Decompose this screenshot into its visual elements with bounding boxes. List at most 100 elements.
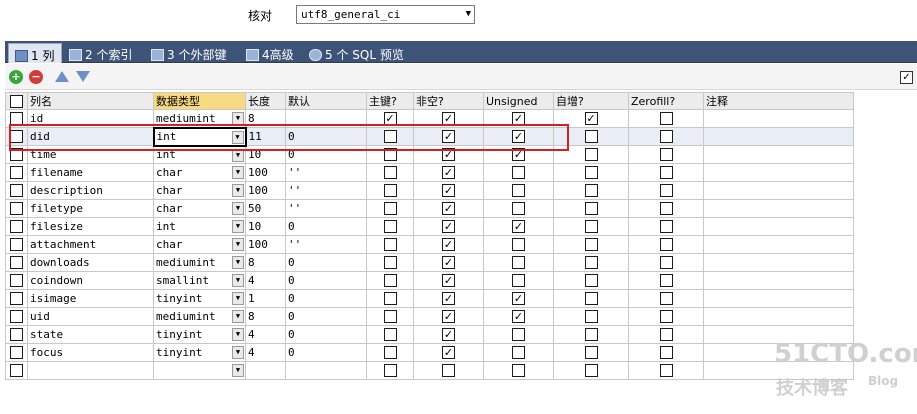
row-select[interactable] [5, 127, 28, 146]
data-type-cell[interactable]: tinyint ▼ [153, 289, 246, 308]
row-select[interactable] [5, 145, 28, 164]
not-null-checkbox[interactable]: ✓ [442, 310, 455, 324]
unsigned-checkbox[interactable]: ✓ [512, 310, 525, 324]
row-select-checkbox[interactable] [10, 274, 23, 288]
zerofill-checkbox[interactable] [659, 328, 673, 342]
table-row[interactable]: time int ▼ 10 0 ✓ ✓ [5, 145, 854, 164]
primary-key-cell[interactable] [366, 253, 414, 272]
length-cell[interactable]: 100 [245, 163, 286, 182]
column-name-cell[interactable]: did [27, 127, 154, 146]
primary-key-cell[interactable]: ✓ [366, 109, 414, 128]
table-row[interactable]: ▼ [5, 361, 854, 380]
row-select-checkbox[interactable] [10, 310, 23, 324]
default-cell[interactable]: 0 [285, 271, 367, 290]
header-comment[interactable]: 注释 [703, 92, 854, 110]
not-null-checkbox[interactable]: ✓ [442, 328, 455, 342]
unsigned-cell[interactable]: ✓ [483, 289, 554, 308]
not-null-checkbox[interactable]: ✓ [442, 292, 455, 306]
comment-cell[interactable] [703, 253, 854, 272]
unsigned-cell[interactable] [483, 271, 554, 290]
unsigned-cell[interactable]: ✓ [483, 307, 554, 326]
not-null-checkbox[interactable]: ✓ [442, 148, 455, 162]
primary-key-checkbox[interactable] [383, 274, 397, 288]
primary-key-checkbox[interactable] [383, 238, 397, 252]
length-cell[interactable]: 4 [245, 325, 286, 344]
not-null-checkbox[interactable]: ✓ [442, 346, 455, 360]
default-cell[interactable] [285, 361, 367, 380]
not-null-checkbox[interactable]: ✓ [442, 220, 455, 234]
default-cell[interactable] [285, 109, 367, 128]
not-null-checkbox[interactable]: ✓ [442, 202, 455, 216]
zerofill-cell[interactable] [628, 109, 704, 128]
row-select-checkbox[interactable] [10, 238, 23, 252]
column-name-cell[interactable]: filetype [27, 199, 154, 218]
data-type-cell[interactable]: ▼ [153, 361, 246, 380]
auto-increment-cell[interactable] [553, 235, 629, 254]
default-cell[interactable]: '' [285, 163, 367, 182]
unsigned-checkbox[interactable] [512, 166, 525, 180]
tab-advanced[interactable]: 4高级 [240, 43, 300, 63]
comment-cell[interactable] [703, 217, 854, 236]
not-null-cell[interactable]: ✓ [413, 253, 484, 272]
chevron-down-icon[interactable]: ▼ [232, 292, 244, 305]
row-select[interactable] [5, 109, 28, 128]
unsigned-checkbox[interactable]: ✓ [512, 220, 525, 234]
comment-cell[interactable] [703, 163, 854, 182]
primary-key-cell[interactable] [366, 361, 414, 380]
auto-increment-cell[interactable] [553, 253, 629, 272]
table-row[interactable]: state tinyint ▼ 4 0 ✓ [5, 325, 854, 344]
row-select[interactable] [5, 325, 28, 344]
move-up-icon[interactable] [55, 71, 69, 82]
primary-key-checkbox[interactable] [383, 148, 397, 162]
not-null-cell[interactable]: ✓ [413, 145, 484, 164]
column-name-cell[interactable]: filename [27, 163, 154, 182]
zerofill-cell[interactable] [628, 343, 704, 362]
header-primary-key[interactable]: 主键? [366, 92, 414, 110]
toolbar-checkbox[interactable]: ✓ [900, 71, 913, 84]
zerofill-cell[interactable] [628, 127, 704, 146]
auto-increment-cell[interactable] [553, 325, 629, 344]
not-null-cell[interactable]: ✓ [413, 109, 484, 128]
header-unsigned[interactable]: Unsigned [483, 92, 554, 110]
comment-cell[interactable] [703, 145, 854, 164]
table-row[interactable]: filename char ▼ 100 '' ✓ [5, 163, 854, 182]
not-null-cell[interactable] [413, 361, 484, 380]
zerofill-cell[interactable] [628, 235, 704, 254]
chevron-down-icon[interactable]: ▼ [232, 148, 244, 162]
column-name-cell[interactable] [27, 361, 154, 380]
header-zerofill[interactable]: Zerofill? [628, 92, 704, 110]
table-row[interactable]: filetype char ▼ 50 '' ✓ [5, 199, 854, 218]
chevron-down-icon[interactable]: ▼ [232, 256, 244, 269]
auto-increment-cell[interactable] [553, 289, 629, 308]
auto-increment-cell[interactable] [553, 181, 629, 200]
data-type-cell[interactable]: mediumint ▼ [153, 253, 246, 272]
chevron-down-icon[interactable]: ▼ [232, 328, 244, 341]
auto-increment-checkbox[interactable] [584, 130, 598, 144]
unsigned-checkbox[interactable] [512, 238, 525, 252]
primary-key-cell[interactable] [366, 181, 414, 200]
chevron-down-icon[interactable]: ▼ [232, 220, 244, 233]
zerofill-checkbox[interactable] [659, 184, 673, 198]
auto-increment-checkbox[interactable] [584, 184, 598, 198]
zerofill-cell[interactable] [628, 361, 704, 380]
primary-key-checkbox[interactable] [383, 346, 397, 360]
default-cell[interactable]: 0 [285, 325, 367, 344]
primary-key-checkbox[interactable] [383, 220, 397, 234]
remove-column-button[interactable]: − [29, 70, 43, 84]
default-cell[interactable]: '' [285, 235, 367, 254]
move-down-icon[interactable] [76, 71, 90, 82]
zerofill-cell[interactable] [628, 217, 704, 236]
data-type-cell[interactable]: mediumint ▼ [153, 109, 246, 128]
length-cell[interactable]: 10 [245, 145, 286, 164]
length-cell[interactable]: 8 [245, 253, 286, 272]
row-select[interactable] [5, 181, 28, 200]
unsigned-cell[interactable] [483, 199, 554, 218]
column-name-cell[interactable]: downloads [27, 253, 154, 272]
primary-key-checkbox[interactable] [383, 202, 397, 216]
header-default[interactable]: 默认 [285, 92, 367, 110]
unsigned-cell[interactable] [483, 235, 554, 254]
row-select[interactable] [5, 271, 28, 290]
comment-cell[interactable] [703, 181, 854, 200]
not-null-cell[interactable]: ✓ [413, 325, 484, 344]
data-type-cell[interactable]: tinyint ▼ [153, 325, 246, 344]
